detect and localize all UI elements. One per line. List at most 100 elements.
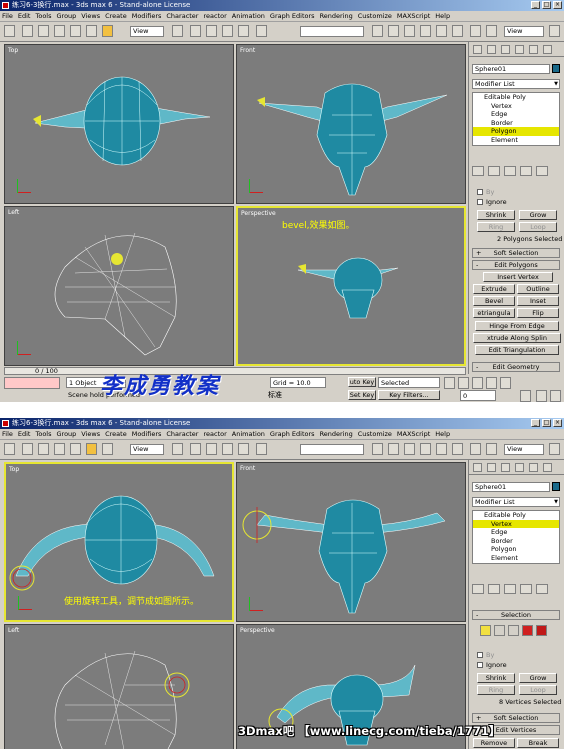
set-key-button[interactable]: Set Key	[348, 390, 376, 400]
flip-button[interactable]: Flip	[517, 308, 559, 318]
render-scene-icon[interactable]	[470, 25, 481, 37]
stack-item-vertex[interactable]: Vertex	[473, 102, 559, 111]
menu-maxscript[interactable]: MAXScript	[397, 430, 430, 438]
go-to-start-icon[interactable]	[444, 377, 455, 389]
quick-render-icon[interactable]	[486, 25, 497, 37]
undo-icon[interactable]	[4, 25, 15, 37]
named-selection-icon[interactable]	[256, 25, 267, 37]
render-scene-icon[interactable]	[470, 443, 481, 455]
close-button[interactable]: ×	[553, 1, 562, 9]
angle-snap-icon[interactable]	[206, 443, 217, 455]
show-end-result-icon[interactable]	[488, 166, 500, 176]
maximize-button[interactable]: □	[542, 419, 551, 427]
rotate-icon[interactable]	[86, 25, 97, 37]
remove-button[interactable]: Remove	[473, 738, 515, 748]
edit-triangulation-button[interactable]: Edit Triangulation	[475, 345, 559, 355]
material-editor-icon[interactable]	[452, 443, 463, 455]
menu-rendering[interactable]: Rendering	[320, 12, 353, 20]
menu-graph-editors[interactable]: Graph Editors	[270, 430, 315, 438]
soft-selection-rollout[interactable]: + Soft Selection	[472, 248, 560, 258]
viewport-front[interactable]: Front	[236, 462, 466, 622]
next-frame-icon[interactable]	[486, 377, 497, 389]
ring-button[interactable]: Ring	[477, 685, 515, 695]
make-unique-icon[interactable]	[504, 584, 516, 594]
grow-button[interactable]: Grow	[519, 210, 557, 220]
hierarchy-tab-icon[interactable]	[501, 45, 510, 54]
object-color-swatch[interactable]	[552, 482, 560, 491]
outline-button[interactable]: Outline	[517, 284, 559, 294]
material-editor-icon[interactable]	[452, 25, 463, 37]
inset-button[interactable]: Inset	[517, 296, 559, 306]
menu-reactor[interactable]: reactor	[203, 12, 226, 20]
menu-views[interactable]: Views	[81, 12, 100, 20]
move-icon[interactable]	[70, 443, 81, 455]
key-mode-dropdown[interactable]: Selected	[378, 377, 440, 388]
named-selection-dropdown[interactable]	[300, 26, 364, 37]
edit-geometry-rollout[interactable]: - Edit Geometry	[472, 362, 560, 372]
create-tab-icon[interactable]	[473, 463, 482, 472]
configure-sets-icon[interactable]	[536, 584, 548, 594]
align-icon[interactable]	[388, 25, 399, 37]
play-icon[interactable]	[472, 377, 483, 389]
percent-snap-icon[interactable]	[222, 25, 233, 37]
viewport-top[interactable]: Top	[4, 44, 234, 204]
pivot-icon[interactable]	[172, 25, 183, 37]
extrude-button[interactable]: Extrude	[473, 284, 515, 294]
by-vertex-checkbox[interactable]: By	[477, 651, 494, 659]
modifier-list-dropdown[interactable]: Modifier List	[472, 497, 560, 507]
extrude-along-spline-button[interactable]: xtrude Along Splin	[473, 333, 561, 343]
configure-sets-icon[interactable]	[536, 166, 548, 176]
stack-item-border[interactable]: Border	[473, 119, 559, 128]
viewport-top[interactable]: Top 使用旋转工具，调节成如图所示。	[4, 462, 234, 622]
stack-item-element[interactable]: Element	[473, 554, 559, 563]
menu-modifiers[interactable]: Modifiers	[132, 430, 162, 438]
create-tab-icon[interactable]	[473, 45, 482, 54]
menu-character[interactable]: Character	[166, 430, 198, 438]
shrink-button[interactable]: Shrink	[477, 673, 515, 683]
menu-group[interactable]: Group	[57, 430, 77, 438]
border-level-icon[interactable]	[508, 625, 519, 636]
menu-maxscript[interactable]: MAXScript	[397, 12, 430, 20]
select-region-icon[interactable]	[38, 443, 49, 455]
remove-modifier-icon[interactable]	[520, 584, 532, 594]
percent-snap-icon[interactable]	[222, 443, 233, 455]
align-icon[interactable]	[388, 443, 399, 455]
menu-rendering[interactable]: Rendering	[320, 430, 353, 438]
stack-item-polygon[interactable]: Polygon	[473, 545, 559, 554]
current-frame-field[interactable]: 0	[460, 390, 496, 401]
menu-modifiers[interactable]: Modifiers	[132, 12, 162, 20]
reference-coord-dropdown[interactable]: View	[130, 26, 164, 37]
edge-level-icon[interactable]	[494, 625, 505, 636]
maxscript-listener[interactable]	[4, 377, 60, 389]
viewport-left[interactable]: Left	[4, 624, 234, 749]
time-slider[interactable]: 0 / 100	[4, 367, 466, 375]
grow-button[interactable]: Grow	[519, 673, 557, 683]
menu-customize[interactable]: Customize	[358, 430, 392, 438]
utilities-tab-icon[interactable]	[543, 463, 552, 472]
select-by-name-icon[interactable]	[54, 25, 65, 37]
render-type-dropdown[interactable]: View	[504, 444, 544, 455]
menu-edit[interactable]: Edit	[18, 12, 31, 20]
mirror-icon[interactable]	[372, 25, 383, 37]
bevel-button[interactable]: Bevel	[473, 296, 515, 306]
modify-tab-icon[interactable]	[487, 463, 496, 472]
render-type-dropdown[interactable]: View	[504, 26, 544, 37]
pan-icon[interactable]	[536, 390, 547, 402]
reference-coord-dropdown[interactable]: View	[130, 444, 164, 455]
loop-button[interactable]: Loop	[519, 685, 557, 695]
menu-edit[interactable]: Edit	[18, 430, 31, 438]
menu-animation[interactable]: Animation	[232, 430, 265, 438]
viewport-left[interactable]: Left	[4, 206, 234, 366]
shrink-button[interactable]: Shrink	[477, 210, 515, 220]
pin-stack-icon[interactable]	[472, 166, 484, 176]
curve-editor-icon[interactable]	[420, 25, 431, 37]
layer-icon[interactable]	[404, 25, 415, 37]
modify-tab-icon[interactable]	[487, 45, 496, 54]
menu-character[interactable]: Character	[166, 12, 198, 20]
motion-tab-icon[interactable]	[515, 45, 524, 54]
angle-snap-icon[interactable]	[206, 25, 217, 37]
remove-modifier-icon[interactable]	[520, 166, 532, 176]
element-level-icon[interactable]	[536, 625, 547, 636]
break-button[interactable]: Break	[517, 738, 559, 748]
snap-icon[interactable]	[190, 443, 201, 455]
